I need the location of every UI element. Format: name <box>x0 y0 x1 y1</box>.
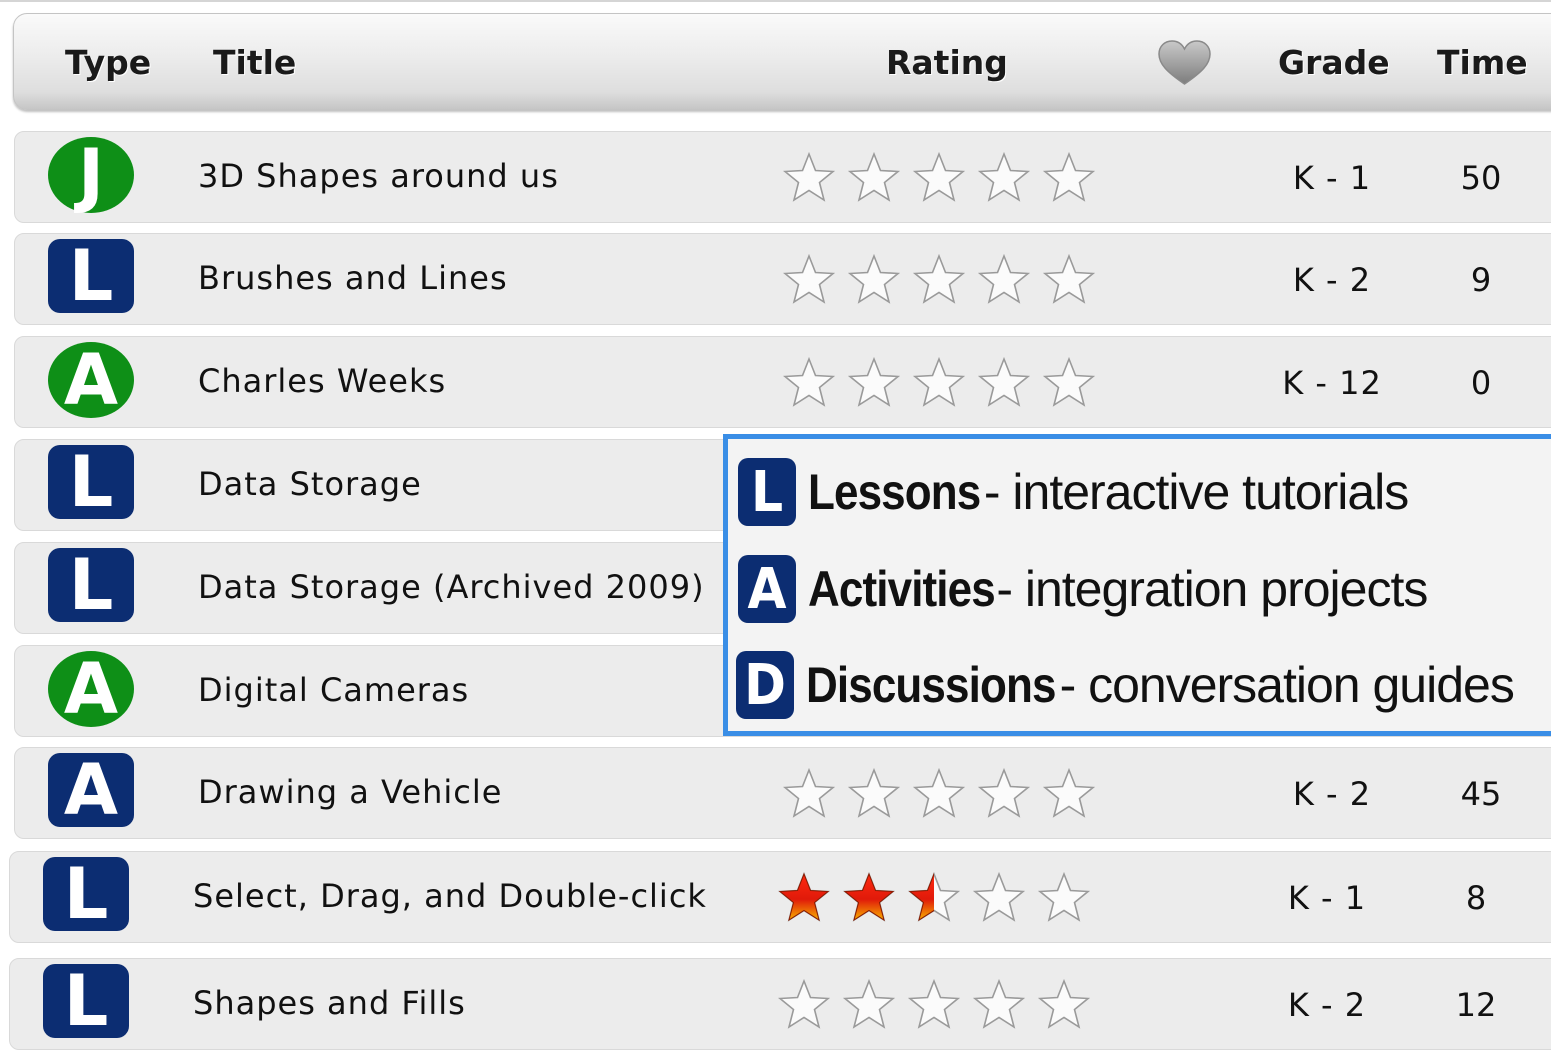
row-title-link[interactable]: Brushes and Lines <box>198 259 508 297</box>
heart-icon[interactable] <box>1157 40 1212 86</box>
legend-name: Activities <box>808 561 996 617</box>
row-title-link[interactable]: Data Storage (Archived 2009) <box>198 568 705 606</box>
star-icon[interactable] <box>977 151 1031 202</box>
row-grade: K - 2 <box>1287 986 1367 1024</box>
star-icon[interactable] <box>1037 871 1091 922</box>
lesson-badge-icon: L <box>738 458 796 526</box>
type-badge-icon: L <box>48 239 134 313</box>
row-grade: K - 12 <box>1282 364 1382 402</box>
star-icon[interactable] <box>1042 356 1096 407</box>
star-icon[interactable] <box>907 871 961 922</box>
star-rating[interactable] <box>778 871 1108 923</box>
row-title-link[interactable]: Charles Weeks <box>198 362 446 400</box>
col-time-header[interactable]: Time <box>1437 43 1528 82</box>
star-icon[interactable] <box>977 356 1031 407</box>
star-icon[interactable] <box>977 253 1031 304</box>
star-icon[interactable] <box>912 356 966 407</box>
legend-name: Lessons <box>808 464 981 520</box>
legend-item-lessons: L Lessons - interactive tutorials <box>738 457 1409 527</box>
col-rating-header[interactable]: Rating <box>886 43 1008 82</box>
row-title-link[interactable]: Digital Cameras <box>198 671 469 709</box>
discussion-badge-icon: D <box>736 651 794 719</box>
star-rating[interactable] <box>778 978 1108 1030</box>
star-rating[interactable] <box>783 151 1113 203</box>
star-icon[interactable] <box>1037 978 1091 1029</box>
row-title-link[interactable]: Select, Drag, and Double-click <box>193 877 707 915</box>
star-icon[interactable] <box>847 151 901 202</box>
row-time: 12 <box>1455 986 1497 1024</box>
col-type-header[interactable]: Type <box>65 43 151 82</box>
row-time: 45 <box>1460 775 1502 813</box>
type-badge-icon: A <box>48 651 134 727</box>
row-time: 8 <box>1465 879 1487 917</box>
top-divider <box>0 0 1551 2</box>
row-grade: K - 2 <box>1292 775 1372 813</box>
star-icon[interactable] <box>783 767 836 818</box>
star-icon[interactable] <box>778 978 831 1029</box>
star-icon[interactable] <box>842 871 896 922</box>
star-icon[interactable] <box>783 356 836 407</box>
col-grade-header[interactable]: Grade <box>1278 43 1390 82</box>
star-icon[interactable] <box>1042 151 1096 202</box>
row-time: 9 <box>1470 261 1492 299</box>
star-icon[interactable] <box>972 978 1026 1029</box>
type-badge-icon: L <box>48 445 134 519</box>
type-badge-icon: L <box>48 548 134 622</box>
type-badge-icon: L <box>43 857 129 931</box>
type-badge-icon: A <box>48 342 134 418</box>
star-icon[interactable] <box>847 356 901 407</box>
star-icon[interactable] <box>847 767 901 818</box>
legend-desc: - integration projects <box>996 561 1428 617</box>
star-icon[interactable] <box>1042 767 1096 818</box>
star-rating[interactable] <box>783 767 1113 819</box>
star-icon[interactable] <box>1042 253 1096 304</box>
star-icon[interactable] <box>907 978 961 1029</box>
type-badge-icon: L <box>43 964 129 1038</box>
row-time: 0 <box>1470 364 1492 402</box>
type-legend-popup: L Lessons - interactive tutorials A Acti… <box>723 434 1551 736</box>
legend-item-activities: A Activities - integration projects <box>738 554 1428 624</box>
star-icon[interactable] <box>783 253 836 304</box>
star-icon[interactable] <box>977 767 1031 818</box>
row-time: 50 <box>1460 159 1502 197</box>
star-icon[interactable] <box>912 151 966 202</box>
star-icon[interactable] <box>783 151 836 202</box>
legend-desc: - conversation guides <box>1059 657 1515 713</box>
type-badge-icon: J <box>48 137 134 213</box>
row-title-link[interactable]: 3D Shapes around us <box>198 157 559 195</box>
legend-name: Discussions <box>806 657 1056 713</box>
row-title-link[interactable]: Shapes and Fills <box>193 984 466 1022</box>
row-grade: K - 1 <box>1292 159 1372 197</box>
star-icon[interactable] <box>912 253 966 304</box>
activity-badge-icon: A <box>738 555 796 623</box>
star-icon[interactable] <box>778 871 831 922</box>
legend-desc: - interactive tutorials <box>983 464 1409 520</box>
star-rating[interactable] <box>783 253 1113 305</box>
row-title-link[interactable]: Data Storage <box>198 465 422 503</box>
star-icon[interactable] <box>912 767 966 818</box>
star-icon[interactable] <box>972 871 1026 922</box>
star-icon[interactable] <box>842 978 896 1029</box>
row-grade: K - 2 <box>1292 261 1372 299</box>
type-badge-icon: A <box>48 753 134 827</box>
legend-item-discussions: D Discussions - conversation guides <box>736 650 1515 720</box>
col-title-header[interactable]: Title <box>213 43 296 82</box>
star-rating[interactable] <box>783 356 1113 408</box>
star-icon[interactable] <box>847 253 901 304</box>
row-title-link[interactable]: Drawing a Vehicle <box>198 773 502 811</box>
row-grade: K - 1 <box>1287 879 1367 917</box>
